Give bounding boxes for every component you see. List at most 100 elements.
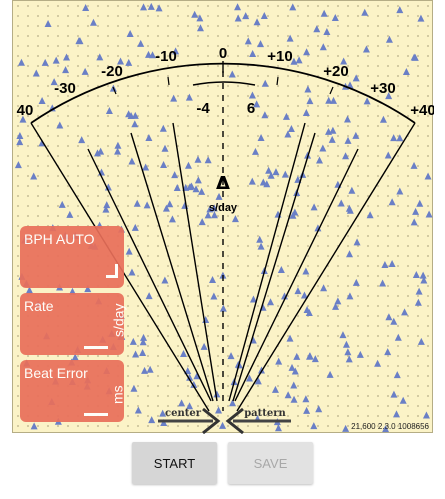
rate-panel[interactable]: Rate s/day: [20, 293, 126, 355]
beat-marker: [415, 287, 423, 295]
beat-marker: [105, 107, 113, 115]
beat-marker: [253, 18, 261, 26]
beat-marker: [363, 97, 371, 105]
beat-marker: [131, 223, 139, 231]
beat-marker: [337, 199, 345, 207]
beat-marker: [379, 115, 387, 123]
beat-marker: [140, 3, 148, 11]
beat-marker: [381, 260, 389, 268]
beat-marker: [352, 131, 360, 139]
beat-marker: [200, 342, 208, 350]
beat-marker: [96, 53, 104, 61]
beat-marker: [148, 416, 156, 424]
beat-marker: [416, 199, 424, 207]
beat-marker: [14, 161, 22, 169]
beat-marker: [328, 135, 336, 143]
beat-marker: [219, 304, 227, 312]
scale-label-plus30: +30: [370, 80, 395, 97]
beat-marker: [289, 3, 297, 11]
beat-marker: [63, 53, 71, 61]
beat-marker: [319, 43, 327, 51]
pattern-label: pattern: [244, 408, 286, 419]
start-button[interactable]: START: [132, 442, 217, 484]
beat-marker: [170, 94, 178, 102]
beat-marker: [185, 93, 193, 101]
beat-marker: [166, 200, 174, 208]
beat-marker: [248, 177, 256, 185]
bph-underline: [106, 275, 118, 278]
beat-marker: [171, 171, 179, 179]
beat-marker: [198, 218, 206, 226]
bph-panel[interactable]: BPH AUTO: [20, 226, 124, 288]
beat-marker: [315, 405, 323, 413]
beat-marker: [304, 85, 312, 93]
beat-marker: [306, 97, 314, 105]
beat-marker: [143, 201, 151, 209]
beat-marker: [417, 14, 425, 22]
beat-marker: [52, 56, 60, 64]
beat-marker: [396, 6, 404, 14]
beat-marker: [160, 160, 168, 168]
beat-marker: [251, 147, 259, 155]
beat-marker: [310, 203, 318, 211]
beat-marker: [334, 297, 342, 305]
beat-marker: [215, 406, 223, 414]
beat-marker: [384, 348, 392, 356]
save-button[interactable]: SAVE: [228, 442, 313, 484]
beat-marker: [388, 260, 396, 268]
beat-marker: [419, 271, 427, 279]
beat-error-label: Beat Error: [24, 365, 88, 381]
beat-marker: [353, 238, 361, 246]
beat-marker: [244, 37, 252, 45]
beat-marker: [385, 35, 393, 43]
beat-marker: [32, 69, 40, 77]
beat-marker: [346, 250, 354, 258]
inner-scale-arc: [192, 81, 256, 86]
beat-marker: [130, 384, 138, 392]
scale-label-plus20: +20: [323, 63, 348, 80]
beat-marker: [303, 48, 311, 56]
rate-label: Rate: [24, 298, 54, 314]
beat-marker: [146, 365, 154, 373]
beat-marker: [401, 308, 409, 316]
beat-marker: [261, 79, 269, 87]
beat-error-panel[interactable]: Beat Error ms: [20, 360, 126, 422]
version-text: 21,600 2.3.0 1008656: [351, 422, 429, 431]
beat-marker: [319, 144, 327, 152]
beat-marker: [114, 141, 122, 149]
beat-marker: [392, 410, 400, 418]
beat-marker: [362, 45, 370, 53]
beat-marker: [326, 370, 334, 378]
scale-label-plus40: +40: [410, 102, 434, 119]
beat-marker: [290, 381, 298, 389]
beat-marker: [282, 112, 290, 120]
beat-marker: [410, 161, 418, 169]
beat-marker: [277, 266, 285, 274]
beat-marker: [271, 385, 279, 393]
beat-marker: [366, 211, 374, 219]
beat-marker: [345, 355, 353, 363]
rate-unit: s/day: [110, 303, 126, 337]
beat-marker: [125, 247, 133, 255]
beat-marker: [142, 163, 150, 171]
delta-unit: s/day: [209, 202, 238, 214]
beat-marker: [228, 70, 236, 78]
beat-marker: [290, 395, 298, 403]
beat-marker: [302, 109, 310, 117]
beat-marker: [329, 126, 337, 134]
beat-marker: [16, 138, 24, 146]
beat-marker: [231, 215, 239, 223]
beat-marker: [390, 134, 398, 142]
beat-marker: [62, 66, 70, 74]
beat-marker: [82, 4, 90, 12]
beat-marker: [346, 292, 354, 300]
bph-label: BPH AUTO: [24, 231, 95, 247]
beat-marker: [78, 136, 86, 144]
beat-marker: [293, 352, 301, 360]
beat-marker: [425, 210, 433, 218]
beat-marker: [249, 49, 257, 57]
beat-marker: [284, 391, 292, 399]
beat-marker: [147, 2, 155, 10]
beat-marker: [286, 34, 294, 42]
beat-marker: [424, 172, 432, 180]
